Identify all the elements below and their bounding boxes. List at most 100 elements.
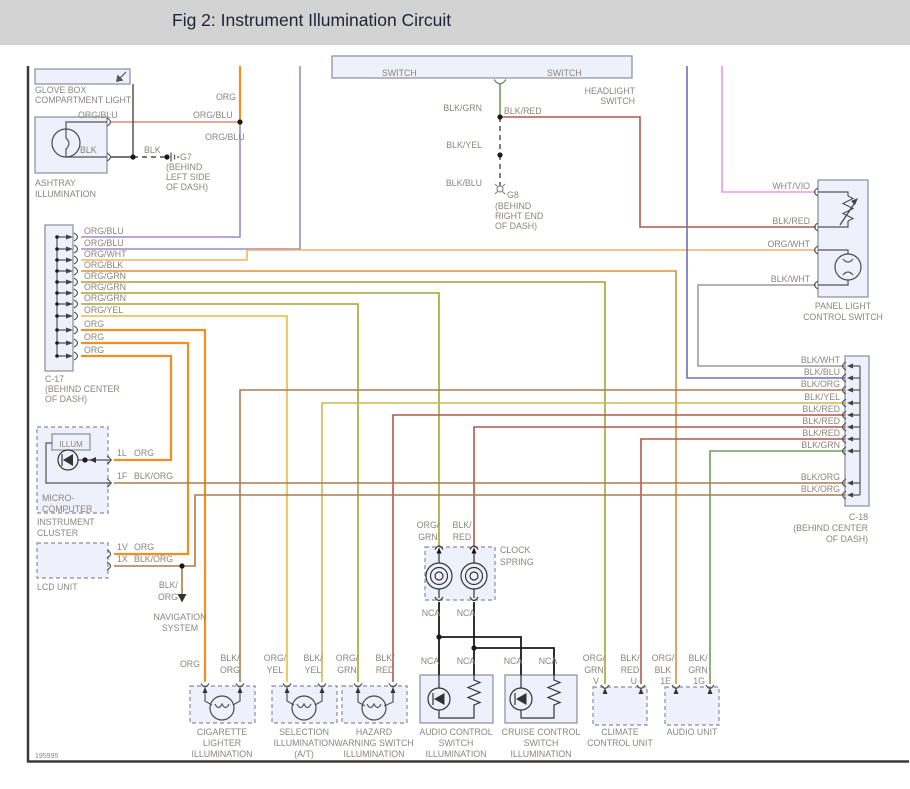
label-right-end: RIGHT END xyxy=(495,211,543,221)
label-blk-blu: BLK/BLU xyxy=(446,178,482,188)
label-blk-red: BLK/RED xyxy=(772,216,810,226)
label-1v: 1V xyxy=(117,542,128,552)
label-1g: 1G xyxy=(693,676,705,686)
label-cruise-control: CRUISE CONTROL xyxy=(502,727,581,737)
label-switch: SWITCH xyxy=(524,738,559,748)
label-blk: BLK xyxy=(80,145,97,155)
junction-dot xyxy=(164,154,169,159)
label-org: ORG xyxy=(134,448,154,458)
label-nca: NCA xyxy=(457,608,476,618)
label-panel-light: PANEL LIGHT xyxy=(815,301,872,311)
label-org-blu: ORG/BLU xyxy=(193,110,233,120)
label-computer: COMPUTER xyxy=(42,504,92,514)
label-grn: GRN xyxy=(337,665,357,675)
label-cluster: CLUSTER xyxy=(37,528,78,538)
label-audio-control: AUDIO CONTROL xyxy=(419,727,492,737)
label-yel: YEL xyxy=(267,665,284,675)
junction-dot xyxy=(471,645,476,650)
headlight-switch-box xyxy=(332,56,632,78)
label-left-side: LEFT SIDE xyxy=(166,172,210,182)
label-blk-: BLK/ xyxy=(220,653,240,663)
label-illumination: ILLUMINATION xyxy=(344,749,405,759)
label-org: ORG xyxy=(84,345,104,355)
label-nca: NCA xyxy=(457,656,476,666)
lcd-unit-box xyxy=(37,543,108,578)
label-1x: 1X xyxy=(117,554,128,564)
label--behind-center: (BEHIND CENTER xyxy=(45,384,120,394)
label-org-grn: ORG/GRN xyxy=(84,271,126,281)
junction-dot xyxy=(55,235,59,239)
label-blk: BLK xyxy=(655,665,672,675)
label-org: ORG xyxy=(84,319,104,329)
label-org: ORG xyxy=(220,665,240,675)
label-g7: G7 xyxy=(180,152,192,162)
climate-control-unit-box xyxy=(593,687,647,725)
wire-blkred-clock xyxy=(474,427,845,546)
label-blk-red: BLK/RED xyxy=(504,106,542,116)
label-nca: NCA xyxy=(504,656,523,666)
label-blk-blu: BLK/BLU xyxy=(804,367,840,377)
label-org-: ORG/ xyxy=(336,653,359,663)
label-glove-box: GLOVE BOX xyxy=(35,85,86,95)
junction-dot xyxy=(237,119,242,124)
connector-c17-box xyxy=(45,225,73,371)
label-micro-: MICRO- xyxy=(42,493,74,503)
label-blk-yel: BLK/YEL xyxy=(446,140,482,150)
label-illumination: ILLUMINATION xyxy=(192,749,253,759)
label-blk-: BLK/ xyxy=(620,653,640,663)
label-org: ORG xyxy=(158,592,178,602)
label-blk-grn: BLK/GRN xyxy=(801,440,840,450)
label-org-grn: ORG/GRN xyxy=(84,293,126,303)
label-spring: SPRING xyxy=(500,557,534,567)
label-blk-: BLK/ xyxy=(688,653,708,663)
label-blk-: BLK/ xyxy=(159,580,179,590)
label-selection: SELECTION xyxy=(279,727,329,737)
label-blk-grn: BLK/GRN xyxy=(443,103,482,113)
label-org-blu: ORG/BLU xyxy=(84,226,124,236)
label-org-: ORG/ xyxy=(652,653,675,663)
label-org-: ORG/ xyxy=(264,653,287,663)
label-headlight: HEADLIGHT xyxy=(585,86,636,96)
wire-orggrn-hazard xyxy=(81,304,358,682)
label--behind-center: (BEHIND CENTER xyxy=(793,523,868,533)
label-blk-org: BLK/ORG xyxy=(134,471,173,481)
label-org-: ORG/ xyxy=(583,653,606,663)
junction-dot xyxy=(55,354,59,358)
label-org-wht: ORG/WHT xyxy=(767,239,810,249)
label-org-blu: ORG/BLU xyxy=(84,238,124,248)
label-org-yel: ORG/YEL xyxy=(84,305,123,315)
label-blk-wht: BLK/WHT xyxy=(801,355,841,365)
junction-dot xyxy=(497,114,502,119)
label-org-grn: ORG/GRN xyxy=(84,282,126,292)
label-control-unit: CONTROL UNIT xyxy=(587,738,653,748)
label-red: RED xyxy=(376,665,395,675)
wiring-diagram-page: Fig 2: Instrument Illumination Circuit G… xyxy=(0,0,910,789)
junction-dot xyxy=(55,280,59,284)
label-nca: NCA xyxy=(421,656,440,666)
c17-pin-arcs xyxy=(74,233,78,360)
nav-arrow-head xyxy=(178,594,187,603)
label-navigation: NAVIGATION xyxy=(154,612,207,622)
label-g8: G8 xyxy=(507,190,519,200)
g7-ground-icon xyxy=(171,153,178,162)
junction-dot xyxy=(55,341,59,345)
label-blk-red: BLK/RED xyxy=(802,416,840,426)
label-illumination: ILLUMINATION xyxy=(511,749,572,759)
junction-dot xyxy=(55,247,59,251)
glove-box-compartment-light-box xyxy=(35,69,130,84)
label-org-wht: ORG/WHT xyxy=(84,249,127,259)
label-ashtray: ASHTRAY xyxy=(35,178,76,188)
label-wht-vio: WHT/VIO xyxy=(772,181,810,191)
label--a-t-: (A/T) xyxy=(294,749,314,759)
label-compartment-light: COMPARTMENT LIGHT xyxy=(35,95,132,105)
label-climate: CLIMATE xyxy=(601,727,639,737)
label-1l: 1L xyxy=(117,448,127,458)
wire-whtvio xyxy=(722,66,816,192)
label-blk-org: BLK/ORG xyxy=(801,379,840,389)
audio-control-switch-box xyxy=(420,675,493,723)
label-blk-red: BLK/RED xyxy=(802,428,840,438)
label-illumination: ILLUMINATION xyxy=(35,189,96,199)
label-switch: SWITCH xyxy=(382,68,417,78)
label-of-dash-: OF DASH) xyxy=(45,394,87,404)
label-illum: ILLUM xyxy=(59,440,83,449)
